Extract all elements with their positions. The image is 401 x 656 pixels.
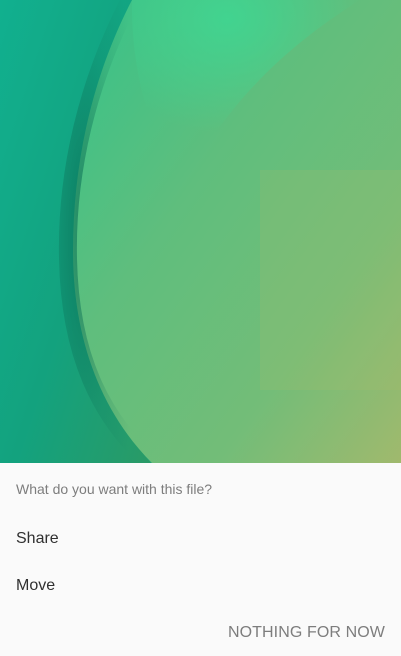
wallpaper-warm-glow — [260, 170, 401, 390]
share-option-label: Share — [16, 530, 59, 547]
wallpaper-shapes — [0, 0, 401, 463]
move-option-label: Move — [16, 577, 56, 594]
file-action-sheet: What do you want with this file? Share M… — [0, 463, 401, 656]
file-action-prompt: What do you want with this file? — [16, 481, 213, 497]
wallpaper-preview — [0, 0, 401, 463]
file-action-screen: What do you want with this file? Share M… — [0, 0, 401, 656]
share-option[interactable]: Share — [0, 519, 401, 559]
nothing-for-now-button[interactable]: NOTHING FOR NOW — [228, 621, 385, 645]
move-option[interactable]: Move — [0, 566, 401, 606]
